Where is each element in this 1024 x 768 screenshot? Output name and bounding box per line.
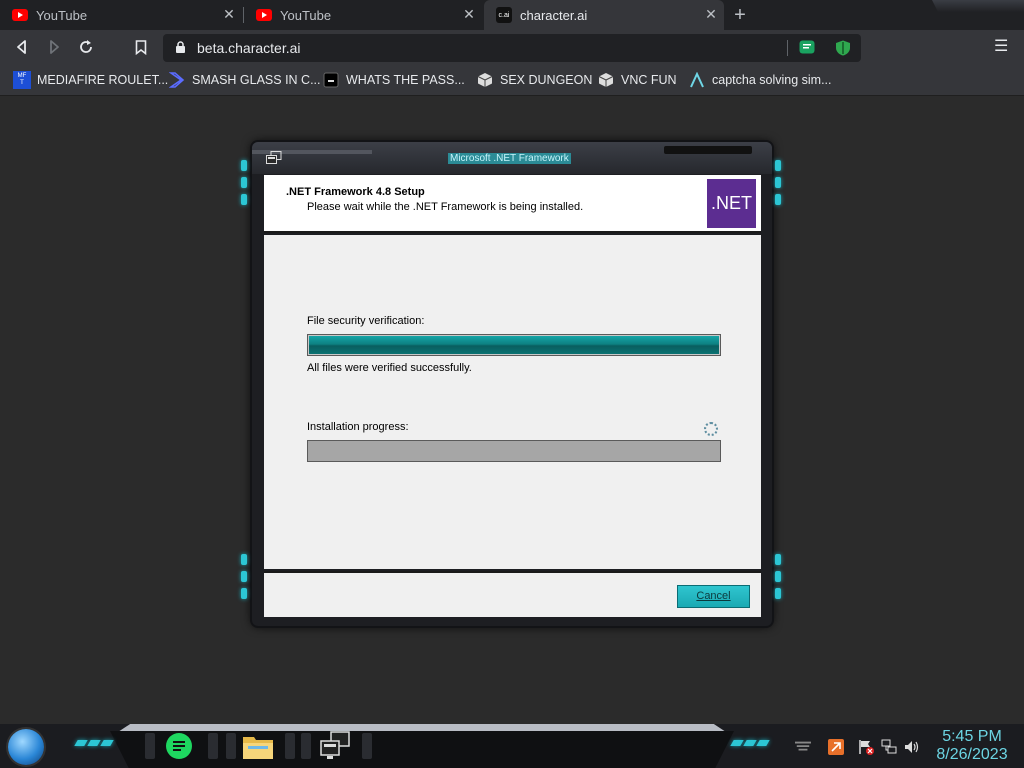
frame-decoration <box>664 146 752 154</box>
taskbar-slot <box>208 733 218 759</box>
installer-title: .NET Framework 4.8 Setup <box>286 186 425 198</box>
character-ai-icon: c.ai <box>496 7 512 23</box>
taskbar-decoration <box>118 724 726 732</box>
installer-window-title: Microsoft .NET Framework <box>448 153 571 164</box>
tab-title: character.ai <box>520 7 588 23</box>
shield-extension-icon[interactable] <box>835 40 851 56</box>
bookmark-smash-glass[interactable]: SMASH GLASS IN C... <box>168 71 321 89</box>
taskbar-band <box>110 731 734 768</box>
start-button[interactable] <box>8 729 44 765</box>
lambda-icon <box>688 71 706 89</box>
flag-tray-icon[interactable] <box>858 739 874 755</box>
frame-left-ticks-top <box>241 160 249 211</box>
security-progress-fill <box>308 335 720 355</box>
dotnet-logo: .NET <box>707 179 756 228</box>
clock-date: 8/26/2023 <box>936 746 1008 763</box>
security-verification-label: File security verification: <box>307 315 425 327</box>
volume-tray-icon[interactable] <box>904 739 920 755</box>
black-square-icon <box>322 71 340 89</box>
taskbar-slot <box>285 733 295 759</box>
security-status-text: All files were verified successfully. <box>307 362 472 374</box>
setup-window-icon <box>266 151 282 165</box>
url-text: beta.character.ai <box>197 40 301 56</box>
new-tab-button[interactable]: + <box>730 5 750 25</box>
lock-icon <box>175 41 186 59</box>
browser-menu-icon[interactable]: ☰ <box>994 38 1008 56</box>
bookmark-sex-dungeon[interactable]: SEX DUNGEON <box>476 71 592 89</box>
forward-button[interactable] <box>45 38 63 56</box>
installation-progress-label: Installation progress: <box>307 421 409 433</box>
taskbar-slot <box>301 733 311 759</box>
clock-time: 5:45 PM <box>942 728 1002 745</box>
taskbar-slot <box>226 733 236 759</box>
cancel-button[interactable]: Cancel <box>677 585 750 608</box>
installer-header: .NET Framework 4.8 Setup Please wait whi… <box>264 175 761 233</box>
back-button[interactable] <box>13 38 31 56</box>
installer-footer: Cancel <box>264 571 761 617</box>
bookmark-captcha[interactable]: captcha solving sim... <box>688 71 832 89</box>
mediafire-icon: MF T <box>13 71 31 89</box>
frame-left-ticks-bottom <box>241 554 249 605</box>
bookmark-vnc-fun[interactable]: VNC FUN <box>597 71 677 89</box>
close-tab-icon[interactable]: ✕ <box>704 7 718 21</box>
installation-progress-bar <box>307 440 721 462</box>
taskbar-setup-window-icon[interactable] <box>318 730 352 762</box>
taskbar-slot <box>362 733 372 759</box>
chat-extension-icon[interactable] <box>799 40 815 56</box>
taskbar-clock[interactable]: 5:45 PM 8/26/2023 <box>930 728 1014 764</box>
installer-body: File security verification: All files we… <box>264 235 761 569</box>
bracket-icon <box>168 71 186 89</box>
security-progress-bar <box>307 334 721 356</box>
frame-right-ticks-bottom <box>775 554 783 605</box>
bookmark-mediafire[interactable]: MF T MEDIAFIRE ROULET... <box>13 71 168 89</box>
tab-strip: YouTube ✕ YouTube ✕ c.ai character.ai ✕ … <box>0 0 1024 30</box>
stack-tray-icon[interactable] <box>795 739 811 755</box>
address-bar[interactable]: beta.character.ai <box>163 34 861 62</box>
bookmark-icon[interactable] <box>132 38 150 56</box>
youtube-icon <box>256 7 272 23</box>
close-tab-icon[interactable]: ✕ <box>462 7 476 21</box>
app-tray-icon[interactable] <box>828 739 844 755</box>
network-tray-icon[interactable] <box>881 739 897 755</box>
cube-icon <box>597 71 615 89</box>
loading-spinner-icon <box>704 422 718 436</box>
window-controls[interactable] <box>932 0 1024 12</box>
tab-character-ai[interactable]: c.ai character.ai ✕ <box>484 0 724 30</box>
taskbar-file-explorer-icon[interactable] <box>241 730 275 762</box>
youtube-icon <box>12 7 28 23</box>
tab-title: YouTube <box>36 7 88 23</box>
tab-youtube-2[interactable]: YouTube ✕ <box>244 0 482 30</box>
frame-right-ticks-top <box>775 160 783 211</box>
reload-button[interactable] <box>77 38 95 56</box>
taskbar-slot <box>145 733 155 759</box>
cube-icon <box>476 71 494 89</box>
omnibox-divider <box>787 40 788 56</box>
bookmark-whats-the-pass[interactable]: WHATS THE PASS... <box>322 71 465 89</box>
taskbar-notes-app-icon[interactable] <box>162 730 196 762</box>
tab-title: YouTube <box>280 7 332 23</box>
close-tab-icon[interactable]: ✕ <box>222 7 236 21</box>
installer-subtitle: Please wait while the .NET Framework is … <box>307 201 584 213</box>
tab-youtube-1[interactable]: YouTube ✕ <box>0 0 242 30</box>
bookmarks-bar: MF T MEDIAFIRE ROULET... SMASH GLASS IN C… <box>0 64 1024 96</box>
installer-title-bar[interactable]: Microsoft .NET Framework <box>252 142 772 174</box>
